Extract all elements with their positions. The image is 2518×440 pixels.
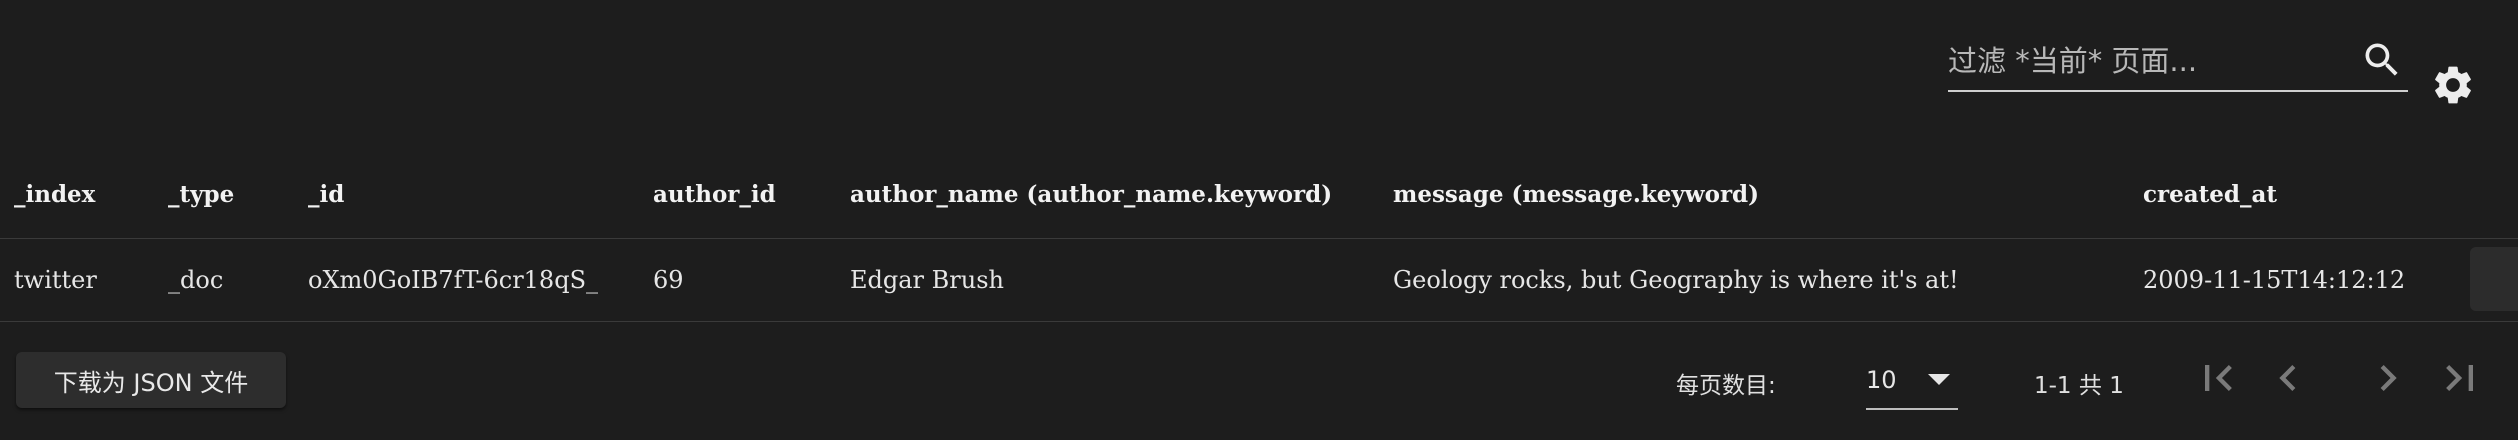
results-table: _index _type _id author_id author_name (…: [0, 150, 2518, 322]
search-input[interactable]: [1948, 34, 2338, 88]
rows-per-page-select[interactable]: 10: [1866, 350, 1958, 410]
rows-per-page-label: 每页数目:: [1676, 373, 1776, 399]
cell-author-id: 69: [653, 266, 684, 294]
column-header-id[interactable]: _id: [308, 150, 344, 238]
column-header-message[interactable]: message (message.keyword): [1393, 150, 1759, 238]
column-header-author-name[interactable]: author_name (author_name.keyword): [850, 150, 1332, 238]
table-row[interactable]: twitter _doc oXm0GoIB7fT-6cr18qS_ 69 Edg…: [0, 239, 2518, 322]
toolbar: [0, 0, 2518, 120]
pagination-footer: 下载为 JSON 文件 每页数目: 10 1-1 共 1: [0, 322, 2518, 440]
column-header-author-id[interactable]: author_id: [653, 150, 776, 238]
cell-id: oXm0GoIB7fT-6cr18qS_: [308, 266, 599, 294]
caret-down-icon: [1928, 374, 1950, 385]
cell-created-at: 2009-11-15T14:12:12: [2143, 266, 2406, 294]
column-header-type[interactable]: _type: [168, 150, 234, 238]
cell-type: _doc: [168, 266, 224, 294]
row-action-button[interactable]: [2470, 247, 2518, 311]
last-page-icon[interactable]: [2434, 352, 2486, 404]
cell-index: twitter: [14, 266, 97, 294]
rows-per-page-value: 10: [1866, 366, 1897, 394]
cell-message: Geology rocks, but Geography is where it…: [1393, 266, 1959, 294]
search-field[interactable]: [1948, 34, 2408, 92]
page-range-label: 1-1 共 1: [2034, 373, 2124, 399]
first-page-icon[interactable]: [2192, 352, 2244, 404]
column-header-index[interactable]: _index: [14, 150, 95, 238]
column-header-created-at[interactable]: created_at: [2143, 150, 2277, 238]
chevron-right-icon[interactable]: [2362, 352, 2414, 404]
table-header: _index _type _id author_id author_name (…: [0, 150, 2518, 239]
search-icon[interactable]: [2360, 38, 2404, 82]
cell-author-name: Edgar Brush: [850, 266, 1004, 294]
download-json-button[interactable]: 下载为 JSON 文件: [16, 352, 286, 408]
chevron-left-icon[interactable]: [2262, 352, 2314, 404]
gear-icon[interactable]: [2430, 62, 2476, 108]
